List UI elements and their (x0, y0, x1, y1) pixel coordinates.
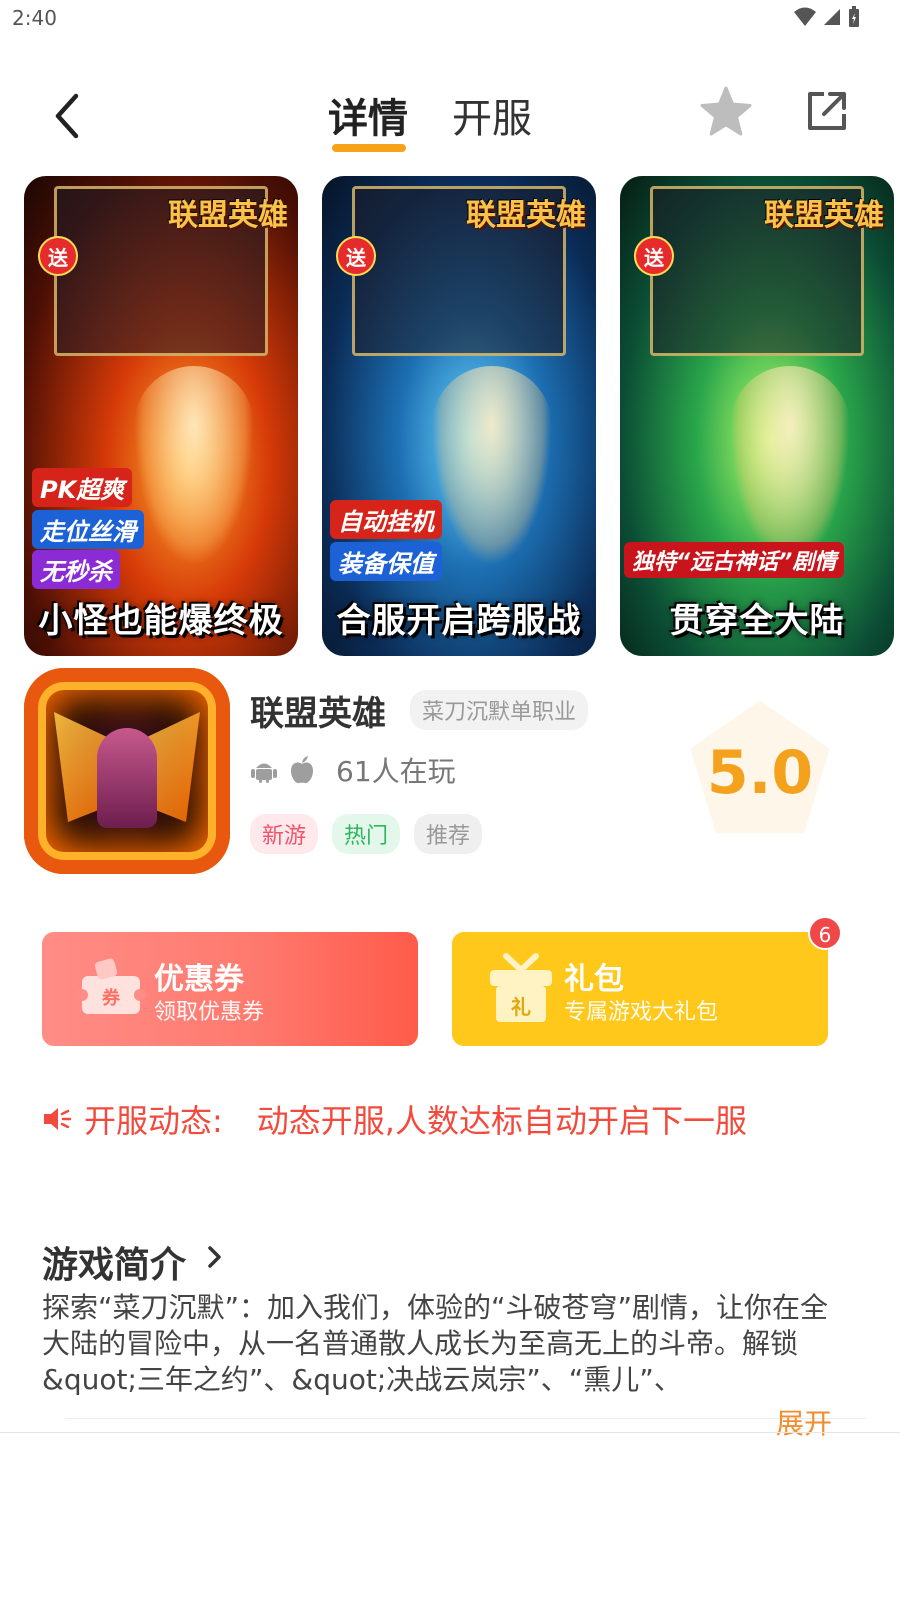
app-icon-figure (97, 728, 157, 828)
tab-server[interactable]: 开服 (452, 86, 532, 144)
screenshot-badge: 送 (38, 236, 78, 276)
screenshot-2[interactable]: 联盟英雄 送 自动挂机 装备保值 合服开启跨服战 (322, 176, 596, 656)
divider (66, 1418, 866, 1419)
game-tags: 新游 热门 推荐 (250, 814, 483, 854)
notice-text: 动态开服,人数达标自动开启下一服 (256, 1102, 747, 1140)
gift-subtitle: 专属游戏大礼包 (564, 1000, 719, 1025)
gift-count-badge: 6 (808, 916, 842, 950)
favorite-button[interactable] (698, 84, 754, 140)
status-time: 2:40 (12, 6, 57, 30)
screenshot-hero (432, 366, 552, 566)
tab-detail[interactable]: 详情 (328, 86, 408, 144)
coupon-card[interactable]: 券 优惠券 领取优惠券 (42, 932, 418, 1046)
chevron-right-icon[interactable] (204, 1240, 226, 1274)
coupon-subtitle: 领取优惠券 (154, 1000, 265, 1025)
screenshot-tag: 无秒杀 (32, 550, 120, 589)
expand-button[interactable]: 展开 (776, 1402, 832, 1442)
notice-label: 开服动态: (84, 1102, 223, 1140)
screenshot-logo: 联盟英雄 (168, 198, 288, 233)
status-icons (794, 6, 860, 28)
rating-badge: 5.0 (688, 700, 832, 836)
coupon-icon: 券 (76, 958, 146, 1014)
share-button[interactable] (804, 88, 850, 134)
back-arrow-icon (55, 93, 79, 139)
top-nav: 详情 开服 (0, 80, 900, 160)
star-icon (700, 86, 752, 136)
game-subtitle-tag: 菜刀沉默单职业 (410, 690, 589, 730)
server-notice: 开服动态: 动态开服,人数达标自动开启下一服 (42, 1096, 747, 1142)
screenshot-3[interactable]: 联盟英雄 送 独特“远古神话”剧情 贯穿全大陆 (620, 176, 894, 656)
cellular-icon (824, 9, 840, 25)
screenshot-hero (730, 366, 850, 566)
wifi-icon (794, 7, 816, 26)
screenshot-caption: 合服开启跨服战 (336, 601, 582, 641)
svg-text:券: 券 (101, 987, 121, 1009)
screenshot-logo: 联盟英雄 (466, 198, 586, 233)
screenshot-tag: 自动挂机 (330, 500, 442, 539)
screenshot-tag: PK超爽 (32, 468, 133, 507)
rating-score: 5.0 (706, 738, 814, 808)
tag-recommended: 推荐 (414, 814, 483, 854)
gift-card[interactable]: 礼 礼包 专属游戏大礼包 (452, 932, 828, 1046)
back-button[interactable] (44, 90, 94, 140)
speaker-icon (44, 1108, 72, 1130)
intro-body: 探索“菜刀沉默”：加入我们，体验的“斗破苍穹”剧情，让你在全大陆的冒险中，从一名… (42, 1291, 829, 1396)
platform-row: 61人在玩 (250, 750, 456, 790)
gift-title: 礼包 (564, 962, 624, 997)
intro-title[interactable]: 游戏简介 (42, 1236, 186, 1288)
apple-icon (291, 756, 313, 784)
divider (0, 1432, 900, 1433)
coupon-title: 优惠券 (154, 962, 244, 997)
screenshot-gallery[interactable]: 联盟英雄 送 PK超爽 走位丝滑 无秒杀 小怪也能爆终极 联盟英雄 送 自动挂机… (24, 176, 900, 656)
svg-text:礼: 礼 (511, 995, 531, 1019)
game-title: 联盟英雄 (250, 694, 386, 734)
screenshot-tag: 装备保值 (330, 542, 442, 581)
tag-new: 新游 (250, 814, 319, 854)
players-count: 61人在玩 (336, 755, 456, 788)
screenshot-tag: 走位丝滑 (32, 510, 144, 549)
active-tab-indicator (332, 144, 406, 152)
gift-box-icon: 礼 (490, 953, 552, 1022)
screenshot-logo: 联盟英雄 (764, 198, 884, 233)
screenshot-badge: 送 (336, 236, 376, 276)
game-app-icon (24, 668, 230, 874)
tag-hot: 热门 (332, 814, 401, 854)
status-bar: 2:40 (0, 0, 900, 40)
android-icon (251, 763, 277, 783)
screenshot-badge: 送 (634, 236, 674, 276)
screenshot-caption: 贯穿全大陆 (669, 601, 845, 641)
battery-icon (849, 6, 859, 27)
screenshot-hero (134, 366, 254, 566)
screenshot-tag: 独特“远古神话”剧情 (624, 542, 845, 578)
screenshot-1[interactable]: 联盟英雄 送 PK超爽 走位丝滑 无秒杀 小怪也能爆终极 (24, 176, 298, 656)
share-icon (808, 92, 846, 130)
screenshot-caption: 小怪也能爆终极 (38, 601, 284, 641)
